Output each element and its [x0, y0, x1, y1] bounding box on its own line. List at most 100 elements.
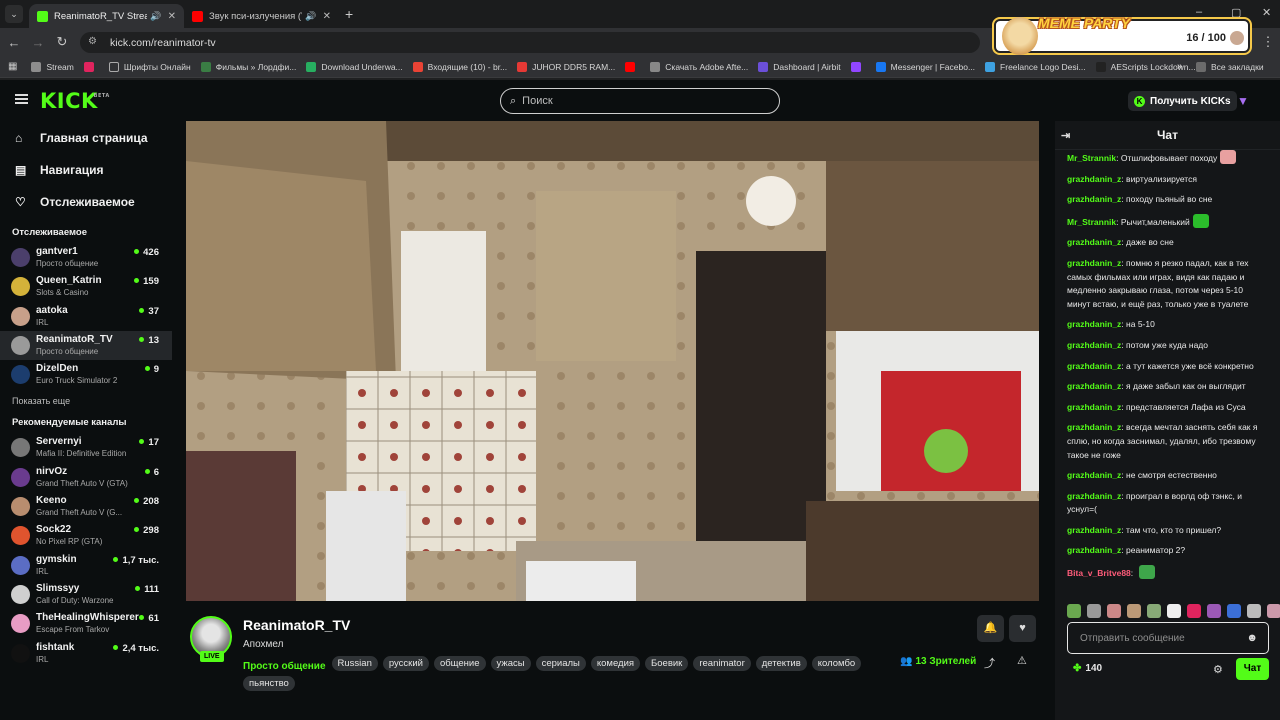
nav-home[interactable]: ⌂ Главная страница [0, 122, 172, 154]
emote-button[interactable] [1087, 604, 1101, 618]
chat-username[interactable]: grazhdanin_z [1067, 381, 1121, 391]
reload-icon[interactable]: ↻ [50, 34, 74, 50]
chat-settings-icon[interactable]: ⚙ [1213, 663, 1223, 676]
minimize-icon[interactable]: – [1196, 6, 1202, 18]
bookmark-item[interactable]: Freelance Logo Desi... [985, 61, 1086, 72]
emote-button[interactable] [1167, 604, 1181, 618]
bookmark-item[interactable]: JUHOR DDR5 RAM... [517, 61, 615, 72]
speaker-icon[interactable]: 🔊 [150, 11, 161, 22]
show-more-link[interactable]: Показать еще [0, 389, 172, 413]
channel-item[interactable]: Servernyi Mafia II: Definitive Edition 17 [0, 433, 172, 462]
channel-item[interactable]: Queen_Katrin Slots & Casino 159 [0, 272, 172, 301]
video-player[interactable] [186, 121, 1039, 601]
stream-tag[interactable]: Боевик [645, 656, 689, 671]
address-bar[interactable]: ⚙ kick.com/reanimator-tv [80, 32, 980, 53]
bookmark-item[interactable] [625, 61, 640, 72]
chat-username[interactable]: grazhdanin_z [1067, 470, 1121, 480]
channel-item[interactable]: fishtank IRL 2,4 тыс. [0, 639, 172, 668]
menu-icon[interactable]: ⋮ [1256, 34, 1280, 50]
chat-username[interactable]: grazhdanin_z [1067, 361, 1121, 371]
site-info-icon[interactable]: ⚙ [88, 36, 102, 50]
channel-item[interactable]: TheHealingWhisperer Escape From Tarkov 61 [0, 609, 172, 638]
channel-item[interactable]: ReanimatoR_TV Просто общение 13 [0, 330, 172, 361]
stream-tag[interactable]: коломбо [811, 656, 862, 671]
menu-toggle-icon[interactable] [15, 94, 28, 104]
stream-tag[interactable]: комедия [590, 656, 641, 671]
emote-button[interactable] [1207, 604, 1221, 618]
chat-username[interactable]: grazhdanin_z [1067, 491, 1121, 501]
search-input[interactable]: ⌕ Поиск [500, 88, 780, 114]
bell-icon[interactable]: 🔔 [977, 615, 1004, 642]
chat-username[interactable]: grazhdanin_z [1067, 258, 1121, 268]
new-tab-button[interactable]: + [345, 6, 353, 22]
apps-icon[interactable]: ▦ [8, 61, 17, 72]
bookmark-item[interactable]: Скачать Adobe Afte... [650, 61, 748, 72]
channel-item[interactable]: nirvOz Grand Theft Auto V (GTA) 6 [0, 463, 172, 492]
emote-button[interactable] [1147, 604, 1161, 618]
bookmark-item[interactable]: Шрифты Онлайн [108, 61, 191, 72]
profile-icon[interactable]: ▼ [1237, 94, 1251, 108]
emote-button[interactable] [1067, 604, 1081, 618]
close-tab-icon[interactable]: ✕ [168, 11, 176, 22]
chat-username[interactable]: grazhdanin_z [1067, 174, 1121, 184]
chat-username[interactable]: grazhdanin_z [1067, 545, 1121, 555]
channel-item[interactable]: DizelDen Euro Truck Simulator 2 9 [0, 360, 172, 389]
speaker-icon[interactable]: 🔊 [305, 11, 316, 22]
back-icon[interactable]: ← [2, 35, 26, 50]
chat-username[interactable]: Bita_v_Britve88 [1067, 568, 1131, 578]
stream-tag[interactable]: сериалы [535, 656, 586, 671]
chat-username[interactable]: grazhdanin_z [1067, 194, 1121, 204]
bookmark-item[interactable]: Фильмы » Лордфи... [200, 61, 296, 72]
channel-item[interactable]: Slimssyy Call of Duty: Warzone 111 [0, 580, 172, 609]
more-bookmarks-icon[interactable]: » [1177, 61, 1183, 72]
chat-username[interactable]: grazhdanin_z [1067, 340, 1121, 350]
emote-button[interactable] [1127, 604, 1141, 618]
emote-button[interactable] [1107, 604, 1121, 618]
stream-tag[interactable]: детектив [755, 656, 807, 671]
channel-item[interactable]: Keeno Grand Theft Auto V (G... 208 [0, 492, 172, 521]
emoji-icon[interactable]: ☻ [1246, 632, 1258, 644]
stream-tag[interactable]: reanimator [693, 656, 751, 671]
stream-category[interactable]: Просто общение [243, 659, 326, 674]
send-chat-button[interactable]: Чат [1236, 658, 1269, 680]
tab-1[interactable]: Звук пси-излучения (V.1)🔊 ✕ [184, 4, 339, 28]
get-kicks-button[interactable]: K Получить KICKs [1128, 91, 1237, 111]
chat-username[interactable]: Mr_Strannik [1067, 217, 1116, 227]
stream-tag[interactable]: Russian [331, 656, 378, 671]
chat-input[interactable]: Отправить сообщение ☻ [1067, 622, 1269, 654]
share-icon[interactable]: ⤴ [984, 655, 995, 671]
streamer-name[interactable]: ReanimatoR_TV [243, 617, 350, 633]
chat-username[interactable]: grazhdanin_z [1067, 525, 1121, 535]
chat-username[interactable]: grazhdanin_z [1067, 422, 1121, 432]
emote-button[interactable] [1227, 604, 1241, 618]
emote-button[interactable] [1187, 604, 1201, 618]
report-icon[interactable]: ⚠ [1017, 654, 1027, 667]
nav-compass[interactable]: ▤ Навигация [0, 154, 172, 186]
channel-item[interactable]: Sock22 No Pixel RP (GTA) 298 [0, 521, 172, 550]
collapse-chat-icon[interactable]: ⇥ [1061, 129, 1070, 142]
stream-tag[interactable]: русский [382, 656, 429, 671]
bookmark-item[interactable] [850, 61, 866, 72]
bookmark-item[interactable]: Messenger | Facebo... [875, 61, 975, 72]
channel-item[interactable]: aatoka IRL 37 [0, 302, 172, 331]
all-bookmarks[interactable]: Все закладки [1196, 61, 1264, 72]
stream-tag[interactable]: ужасы [490, 656, 531, 671]
bookmark-item[interactable]: Входящие (10) - br... [412, 61, 507, 72]
channel-item[interactable]: gantver1 Просто общение 426 [0, 243, 172, 272]
bookmark-item[interactable] [83, 61, 99, 72]
chat-username[interactable]: grazhdanin_z [1067, 319, 1121, 329]
forward-icon[interactable]: → [26, 35, 50, 50]
bookmark-item[interactable]: Download Underwa... [306, 61, 403, 72]
bookmark-item[interactable]: Dashboard | Airbit [758, 61, 841, 72]
channel-item[interactable]: gymskin IRL 1,7 тыс. [0, 551, 172, 580]
close-tab-icon[interactable]: ✕ [323, 11, 331, 22]
chat-username[interactable]: grazhdanin_z [1067, 237, 1121, 247]
stream-tag[interactable]: пьянство [243, 676, 295, 691]
follow-heart-icon[interactable]: ♥ [1009, 615, 1036, 642]
stream-tag[interactable]: общение [433, 656, 486, 671]
chat-username[interactable]: grazhdanin_z [1067, 402, 1121, 412]
emote-button[interactable] [1267, 604, 1280, 618]
tab-0[interactable]: ReanimatoR_TV Stream - W🔊 ✕ [29, 4, 184, 28]
chat-username[interactable]: Mr_Strannik [1067, 153, 1116, 163]
maximize-icon[interactable]: ▢ [1231, 6, 1241, 19]
